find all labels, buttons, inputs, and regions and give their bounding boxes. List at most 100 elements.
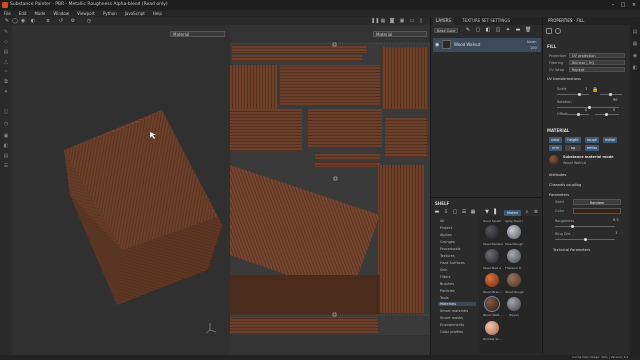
close-icon[interactable]: × bbox=[629, 1, 639, 9]
menu-edit[interactable]: Edit bbox=[15, 10, 31, 17]
channel-toggle-rough[interactable]: rough bbox=[585, 137, 599, 143]
layer-icon[interactable]: ◫ bbox=[3, 109, 9, 115]
material-thumb-zombie-skin[interactable] bbox=[485, 321, 499, 335]
material-thumb-titanium[interactable] bbox=[507, 249, 521, 263]
clone-icon[interactable]: ⧉ bbox=[3, 79, 9, 85]
channel-toggle-height[interactable]: height bbox=[565, 137, 581, 143]
add-layer-icon[interactable]: ▢ bbox=[475, 27, 481, 33]
roughness-value[interactable]: 0.3 bbox=[613, 218, 619, 222]
search-icon[interactable]: ⌕ bbox=[524, 209, 530, 215]
shelf-category-hard-surfaces[interactable]: Hard Surfaces bbox=[440, 261, 465, 265]
material-properties-icon[interactable] bbox=[555, 28, 561, 34]
paint-layer-icon[interactable]: ✎ bbox=[465, 27, 471, 33]
parameters-section[interactable]: Parameters bbox=[549, 193, 569, 197]
brush-icon[interactable]: ✎ bbox=[3, 29, 9, 35]
offset-y-value[interactable]: 0 bbox=[613, 108, 615, 112]
shelf-category-project[interactable]: Project bbox=[440, 226, 452, 230]
material-preview-thumbnail[interactable] bbox=[549, 155, 559, 165]
menu-mode[interactable]: Mode bbox=[30, 10, 49, 17]
menu-help[interactable]: Help bbox=[149, 10, 166, 17]
shelf-category-particles[interactable]: Particles bbox=[440, 289, 455, 293]
channel-toggle-op[interactable]: op bbox=[565, 145, 581, 151]
material-thumb-steel-rust[interactable] bbox=[485, 249, 499, 263]
viewport-3d[interactable]: Material bbox=[12, 25, 230, 355]
import-icon[interactable]: ⇩ bbox=[443, 209, 449, 215]
menu-javascript[interactable]: JavaScript bbox=[121, 10, 149, 17]
history-icon[interactable]: ◷ bbox=[3, 121, 9, 127]
offset-x-knob[interactable] bbox=[577, 113, 580, 116]
filtering-dropdown[interactable]: Bilinear | HQ bbox=[569, 60, 625, 65]
symmetry-icon[interactable]: ⧖ bbox=[45, 18, 51, 24]
eraser-icon[interactable]: ◇ bbox=[3, 39, 9, 45]
material-thumb-wood-bran[interactable] bbox=[485, 273, 499, 287]
view-2-icon[interactable]: ▯ bbox=[418, 18, 424, 24]
offset-x-value[interactable]: 0 bbox=[585, 108, 587, 112]
delete-layer-icon[interactable]: 🗑 bbox=[525, 27, 531, 33]
roughness-slider[interactable] bbox=[555, 226, 615, 227]
roughness-knob[interactable] bbox=[571, 225, 574, 228]
fill-properties-icon[interactable] bbox=[546, 28, 552, 34]
scale-y-knob[interactable] bbox=[609, 93, 612, 96]
shelf-category-procedurals[interactable]: Procedurals bbox=[440, 247, 460, 251]
bake-icon[interactable]: ☰ bbox=[3, 163, 9, 169]
folder-icon[interactable]: ▬ bbox=[434, 209, 440, 215]
maximize-icon[interactable]: □ bbox=[618, 1, 628, 9]
scale-value[interactable]: 1 bbox=[585, 87, 587, 91]
menu-file[interactable]: File bbox=[0, 10, 15, 17]
shelf-category-all[interactable]: All bbox=[440, 219, 444, 223]
dock-properties-icon[interactable]: ▤ bbox=[632, 29, 638, 35]
shelf-category-materials[interactable]: Materials bbox=[438, 302, 476, 306]
add-folder-icon[interactable]: ▬ bbox=[515, 27, 521, 33]
layer-row-wood-walnut[interactable]: ◉ Wood Walnut Norm 100 bbox=[433, 38, 541, 52]
shelf-menu-icon[interactable]: ≡ bbox=[533, 209, 539, 215]
filter-icon[interactable]: ▼ bbox=[484, 209, 490, 215]
paint-tool-icon[interactable]: ✎ bbox=[4, 18, 10, 24]
lock-ratio-icon[interactable]: 🔒 bbox=[592, 87, 598, 93]
channel-toggle-nrm[interactable]: nrm bbox=[549, 145, 562, 151]
new-folder-icon[interactable]: ▢ bbox=[452, 209, 458, 215]
ring-dirt-knob[interactable] bbox=[584, 238, 587, 241]
material-thumb-zippel[interactable] bbox=[507, 297, 521, 311]
camera-icon[interactable]: ◷ bbox=[86, 18, 92, 24]
menu-window[interactable]: Window bbox=[49, 10, 73, 17]
material-thumb-steel-rough[interactable] bbox=[507, 225, 521, 239]
channel-toggle-metal[interactable]: metal bbox=[603, 137, 617, 143]
size-slider-icon[interactable]: ◯ bbox=[12, 18, 18, 24]
grid-view-icon[interactable]: ▦ bbox=[380, 18, 386, 24]
uv-transformations-title[interactable]: UV transformations bbox=[547, 77, 581, 81]
shelf-category-smart-materials[interactable]: Smart materials bbox=[440, 309, 468, 313]
dock-shader-icon[interactable]: ◧ bbox=[632, 65, 638, 71]
shelf-category-environments[interactable]: Environments bbox=[440, 323, 464, 327]
shelf-category-alphas[interactable]: Alphas bbox=[440, 233, 452, 237]
stroke-icon[interactable]: ◐ bbox=[30, 18, 36, 24]
shelf-category-filters[interactable]: Filters bbox=[440, 275, 451, 279]
attributes-section[interactable]: Attributes bbox=[549, 173, 566, 177]
smudge-icon[interactable]: ~ bbox=[3, 69, 9, 75]
grid-view-icon[interactable]: ▦ bbox=[470, 209, 476, 215]
pause-icon[interactable]: ❚❚ bbox=[371, 18, 379, 24]
scale-knob[interactable] bbox=[578, 93, 581, 96]
layer-opacity[interactable]: 100 bbox=[530, 46, 537, 50]
technical-parameters-section[interactable]: Technical Parameters bbox=[553, 248, 590, 252]
material-thumb-steel-painted[interactable] bbox=[485, 225, 499, 239]
rotation-knob[interactable] bbox=[588, 106, 591, 109]
channel-toggle-color[interactable]: color bbox=[549, 137, 562, 143]
tab-texture-set-settings[interactable]: TEXTURE SET SETTINGS bbox=[459, 17, 513, 25]
channel-toggle-emiss[interactable]: emiss bbox=[585, 145, 599, 151]
minimize-icon[interactable]: – bbox=[608, 1, 618, 9]
picker-icon[interactable]: ✦ bbox=[3, 89, 9, 95]
screenshot-icon[interactable]: ◙ bbox=[389, 18, 395, 24]
shelf-category-smart-masks[interactable]: Smart masks bbox=[440, 316, 463, 320]
seed-random-button[interactable]: Random bbox=[573, 199, 621, 205]
add-fill-layer-icon[interactable]: ◧ bbox=[485, 27, 491, 33]
shelf-category-skin[interactable]: Skin bbox=[440, 268, 447, 272]
dock-texture-icon[interactable]: ▦ bbox=[632, 41, 638, 47]
shelf-category-tools[interactable]: Tools bbox=[440, 296, 449, 300]
list-view-icon[interactable]: ☰ bbox=[461, 209, 467, 215]
dock-display-icon[interactable]: ◉ bbox=[632, 53, 638, 59]
rotation-value[interactable]: 90 bbox=[613, 98, 617, 102]
material-thumb-wood-walnut[interactable] bbox=[484, 296, 500, 312]
projection-icon[interactable]: ▤ bbox=[3, 49, 9, 55]
shader-icon[interactable]: ◧ bbox=[3, 143, 9, 149]
view-1-icon[interactable]: ▭ bbox=[409, 18, 415, 24]
